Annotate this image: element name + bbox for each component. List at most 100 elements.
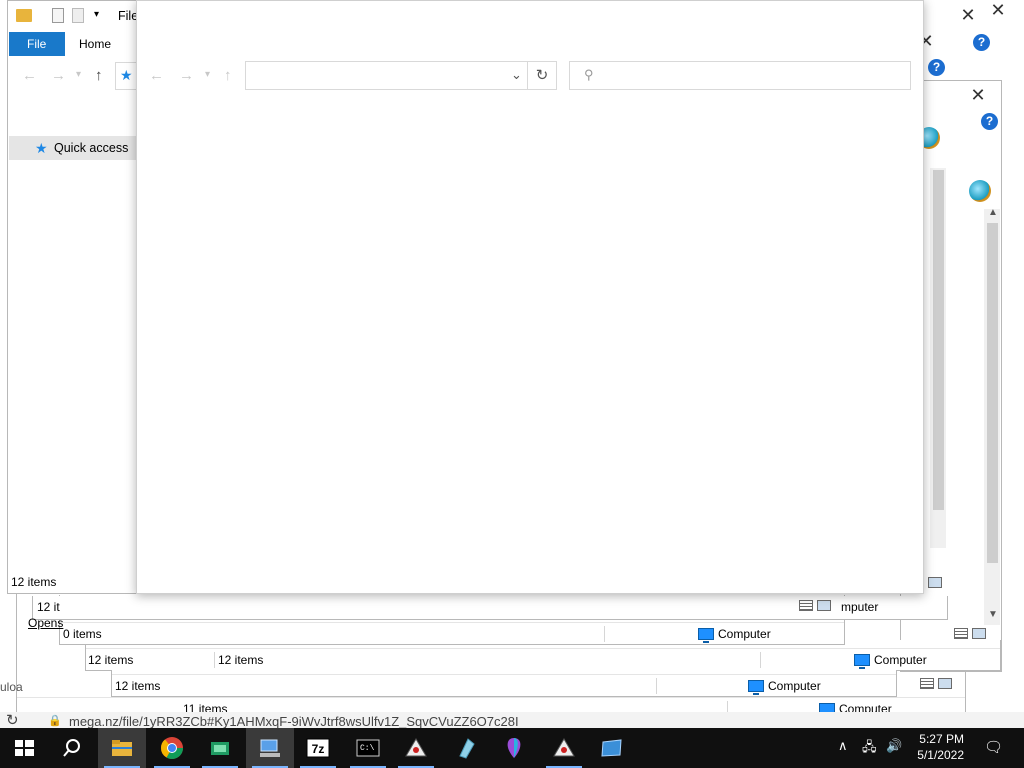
- status-computer: Computer: [854, 649, 927, 671]
- help-icon[interactable]: ?: [973, 34, 990, 51]
- tab-home[interactable]: Home: [67, 32, 123, 56]
- chevron-up-icon[interactable]: ∧: [838, 738, 848, 754]
- status-items: 12 items: [115, 679, 161, 693]
- taskbar-window-app[interactable]: [588, 728, 636, 768]
- prism-icon: [459, 738, 475, 759]
- blank-explorer-window: ← → ▾ ↑ ⌄ ↻ ⚲: [136, 0, 924, 594]
- refresh-button[interactable]: ↻: [527, 61, 557, 90]
- scrollbar[interactable]: ▲ ▼: [984, 207, 1000, 625]
- taskbar: 7z C:\ ∧ 🖧 🔊 5:27 PM 5/1/2022 🗨: [0, 728, 1024, 768]
- large-icons-view-icon[interactable]: [972, 627, 986, 639]
- large-icons-view-icon[interactable]: [928, 576, 942, 588]
- properties-icon[interactable]: [52, 8, 64, 23]
- details-view-icon[interactable]: [920, 677, 934, 689]
- close-icon[interactable]: ✕: [988, 0, 1008, 20]
- taskbar-file-explorer[interactable]: [98, 728, 146, 768]
- status-computer: Computer: [698, 623, 771, 645]
- chevron-down-icon[interactable]: ▾: [94, 9, 99, 20]
- explorer-window-c: 12 items Computer: [111, 670, 897, 697]
- balloon-icon: [507, 738, 521, 758]
- view-toggle[interactable]: [795, 599, 831, 611]
- back-icon[interactable]: ←: [149, 67, 164, 84]
- url-text[interactable]: mega.nz/file/1yRR3ZCb#Ky1AHMxqF-9iWvJtrf…: [69, 714, 519, 729]
- star-icon: ★: [35, 140, 48, 156]
- forward-icon[interactable]: →: [179, 67, 194, 84]
- status-items-b: 12 items: [218, 653, 264, 667]
- search-icon: [63, 739, 80, 757]
- chrome-icon: [160, 737, 183, 759]
- details-view-icon[interactable]: [954, 627, 968, 639]
- taskbar-java-app-2[interactable]: [540, 728, 588, 768]
- status-bar: 12 items Computer: [112, 674, 896, 696]
- quick-access-label: Quick access: [54, 141, 129, 155]
- taskbar-java-app[interactable]: [392, 728, 440, 768]
- chart-app-icon: [211, 742, 229, 755]
- terminal-icon: C:\: [356, 739, 380, 757]
- lock-icon: 🔒: [48, 715, 62, 727]
- tab-file[interactable]: File: [9, 32, 65, 56]
- taskbar-green-app[interactable]: [196, 728, 244, 768]
- address-bar[interactable]: ⌄: [245, 61, 528, 90]
- 7zip-icon: 7z: [306, 738, 330, 758]
- search-input[interactable]: ⚲: [569, 61, 911, 90]
- upload-label: uloa: [0, 680, 23, 694]
- back-icon[interactable]: ←: [22, 67, 37, 84]
- large-icons-view-icon[interactable]: [938, 677, 952, 689]
- view-toggle[interactable]: [916, 677, 952, 689]
- status-bar: 0 items Computer: [60, 622, 844, 644]
- volume-icon[interactable]: 🔊: [886, 738, 902, 754]
- close-icon[interactable]: ✕: [968, 85, 988, 105]
- taskbar-prism-app[interactable]: [442, 728, 490, 768]
- reload-icon[interactable]: ↻: [6, 711, 19, 729]
- folder-icon: [112, 740, 132, 756]
- scrollbar[interactable]: [930, 168, 946, 548]
- status-computer: Computer: [748, 675, 821, 697]
- nav-quick-access[interactable]: ★ Quick access: [9, 136, 142, 160]
- close-icon[interactable]: ✕: [958, 5, 978, 25]
- windows-icon: [15, 740, 34, 756]
- computer-icon: [854, 654, 870, 669]
- taskbar-balloon-app[interactable]: [490, 728, 538, 768]
- large-icons-view-icon[interactable]: [817, 599, 831, 611]
- refresh-icon: ↻: [535, 67, 549, 84]
- help-icon[interactable]: ?: [981, 113, 998, 130]
- status-items: 12 items: [11, 575, 57, 589]
- status-computer: mputer: [841, 600, 879, 614]
- view-toggle[interactable]: [950, 627, 986, 639]
- up-icon[interactable]: ↑: [95, 67, 103, 84]
- network-icon[interactable]: 🖧: [862, 738, 877, 760]
- details-view-icon[interactable]: [799, 599, 813, 611]
- forward-icon[interactable]: →: [51, 67, 66, 84]
- notifications-icon[interactable]: 🗨: [984, 738, 1003, 756]
- help-icon[interactable]: ?: [928, 59, 945, 76]
- svg-text:C:\: C:\: [360, 744, 375, 753]
- taskbar-cmd[interactable]: C:\: [344, 728, 392, 768]
- start-button[interactable]: [0, 728, 48, 768]
- view-toggle[interactable]: [924, 576, 942, 588]
- new-folder-icon[interactable]: [72, 8, 84, 23]
- search-icon: ⚲: [584, 67, 594, 82]
- shell-icon[interactable]: [969, 180, 991, 202]
- clock-date: 5/1/2022: [917, 748, 964, 762]
- taskbar-pc-app[interactable]: [246, 728, 294, 768]
- taskbar-7zip[interactable]: 7z: [294, 728, 342, 768]
- svg-text:7z: 7z: [312, 742, 325, 756]
- clock-time: 5:27 PM: [919, 732, 964, 746]
- status-items: 0 items: [63, 627, 102, 641]
- status-bar: 12 items 12 items Computer: [86, 648, 1000, 670]
- chevron-down-icon[interactable]: ⌄: [511, 67, 522, 83]
- search-button[interactable]: [48, 728, 96, 768]
- computer-icon: [698, 628, 714, 643]
- recent-dropdown-icon[interactable]: ▾: [76, 69, 81, 80]
- explorer-window-a: 12 it mputer: [32, 596, 948, 620]
- up-icon[interactable]: ↑: [224, 67, 232, 84]
- star-icon: ★: [120, 67, 133, 83]
- computer-icon: [260, 739, 280, 757]
- opens-label[interactable]: Opens: [28, 616, 63, 630]
- recent-dropdown-icon[interactable]: ▾: [205, 69, 210, 80]
- taskbar-chrome[interactable]: [148, 728, 196, 768]
- java-app-icon: [405, 738, 427, 757]
- folder-icon[interactable]: [16, 9, 32, 22]
- computer-icon: [748, 680, 764, 695]
- system-clock[interactable]: 5:27 PM 5/1/2022: [917, 731, 964, 763]
